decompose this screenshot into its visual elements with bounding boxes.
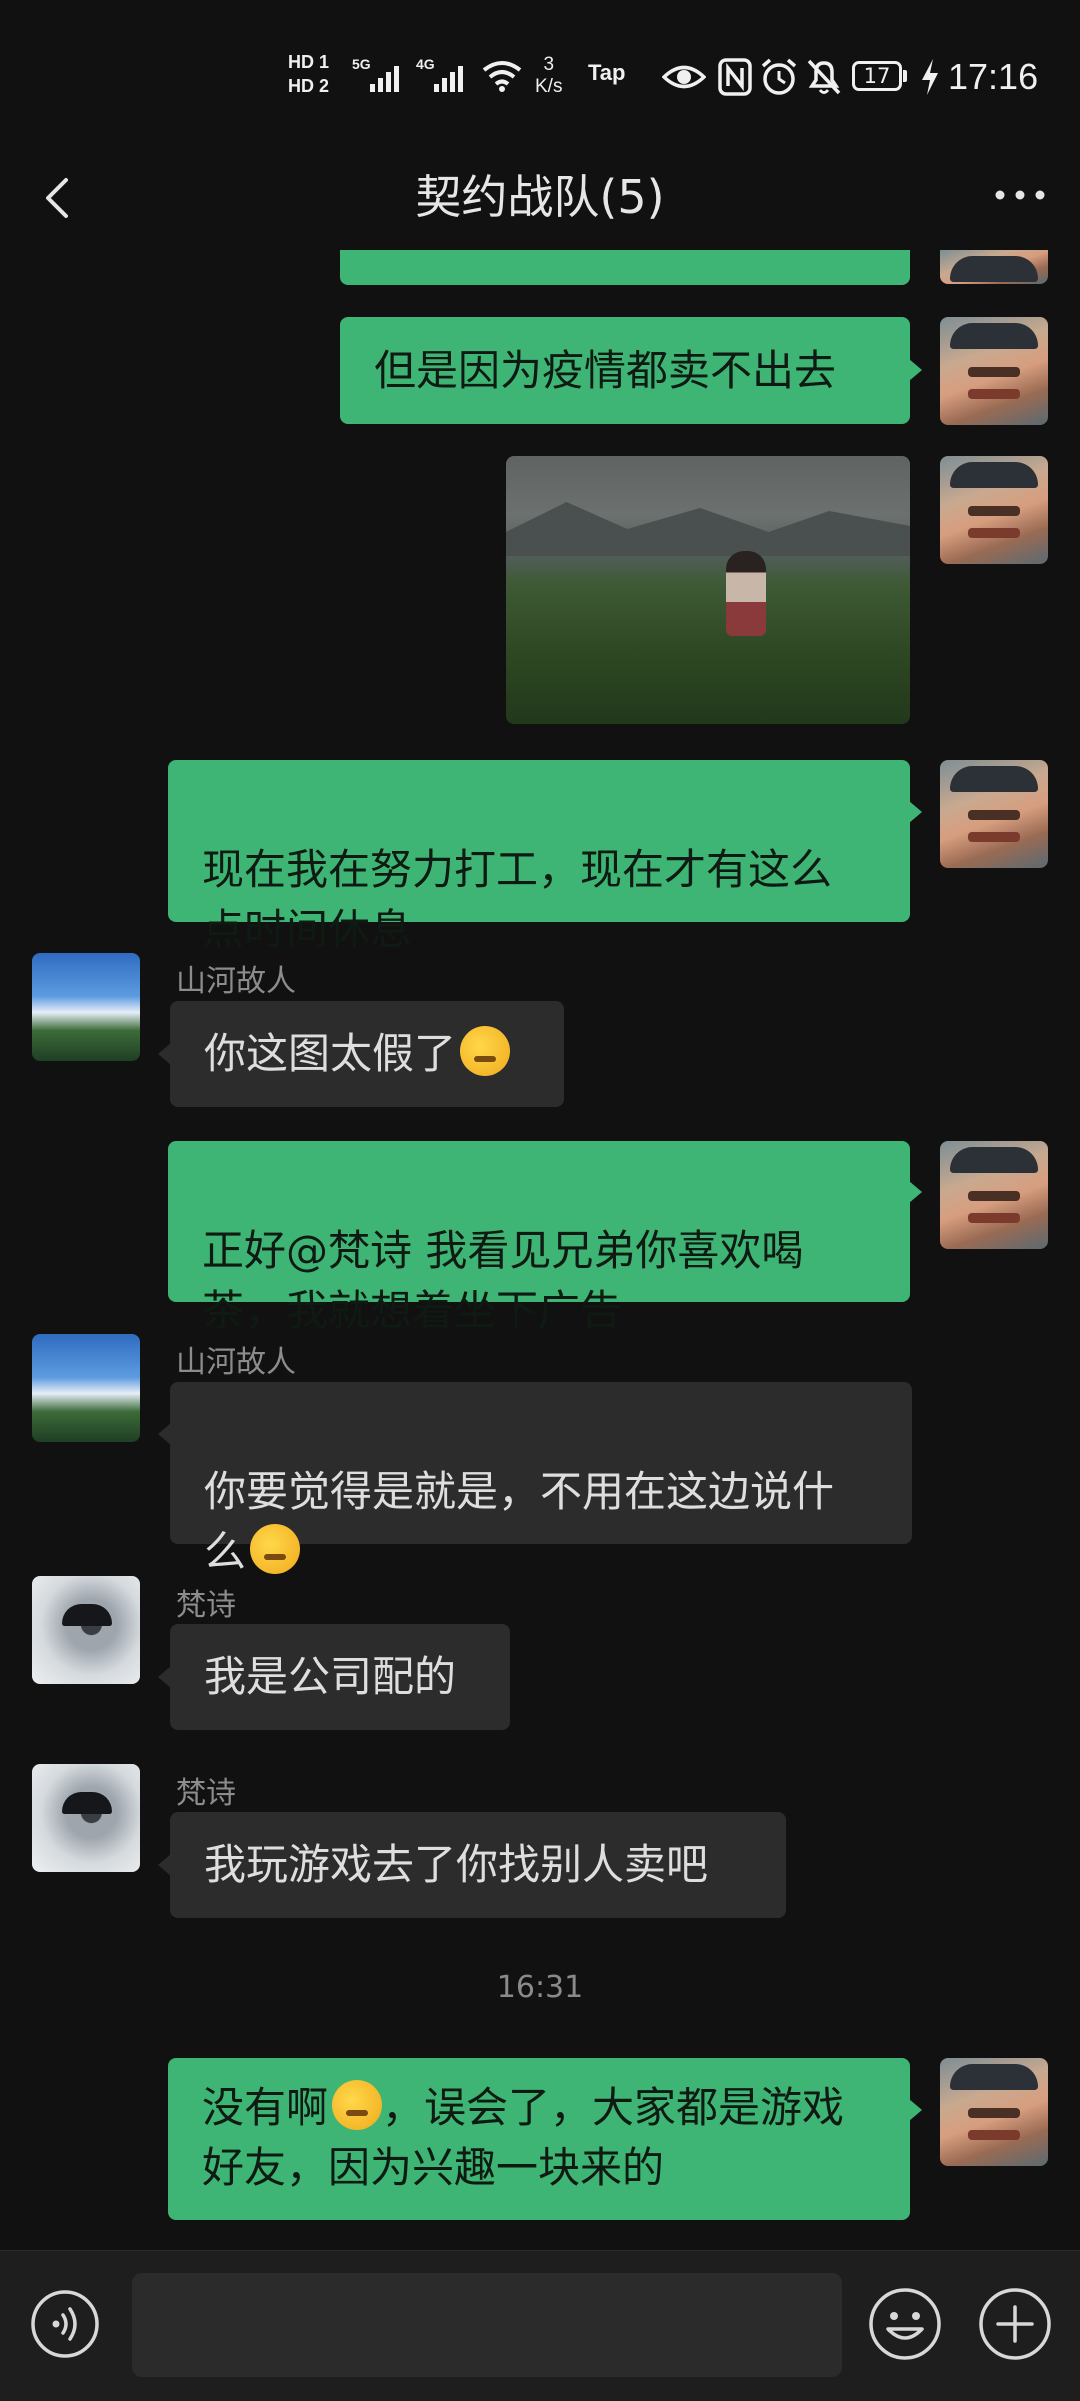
bubble-tail bbox=[158, 1666, 171, 1688]
hd-indicator: HD 1 HD 2 bbox=[288, 50, 329, 98]
message-bubble-received[interactable]: 我是公司配的 bbox=[170, 1624, 510, 1730]
message-bubble-sent[interactable]: 但是因为疫情都卖不出去 bbox=[340, 317, 910, 424]
status-bar: HD 1 HD 2 5G 4G 3 K/s Tap 17 17:16 bbox=[0, 0, 1080, 150]
thinking-emoji-icon bbox=[460, 1026, 511, 1076]
chat-title: 契约战队(5) bbox=[415, 170, 665, 224]
laughing-emoji-icon bbox=[332, 2080, 383, 2130]
message-text-line2: 好友，因为兴趣一块来的 bbox=[202, 2143, 665, 2192]
contact-avatar-shanhe[interactable] bbox=[32, 953, 140, 1061]
message-text: 正好@梵诗 我看见兄弟你喜欢喝 茶，我就想着坐下广告 bbox=[202, 1226, 804, 1335]
hd1-label: HD 1 bbox=[288, 52, 330, 72]
network-speed: 3 K/s bbox=[535, 54, 562, 98]
bubble-tail bbox=[909, 1181, 922, 1203]
message-text: 我是公司配的 bbox=[204, 1652, 457, 1701]
message-text-part1: 没有啊 bbox=[202, 2083, 329, 2132]
more-icon[interactable] bbox=[990, 180, 1050, 210]
net-type-1: 5G bbox=[352, 56, 371, 72]
sender-name: 梵诗 bbox=[176, 1588, 236, 1623]
my-avatar[interactable] bbox=[940, 1141, 1048, 1249]
voice-icon[interactable] bbox=[30, 2289, 100, 2359]
wifi-icon bbox=[482, 61, 522, 92]
signal-icon-2 bbox=[434, 62, 474, 92]
my-avatar[interactable] bbox=[940, 250, 1048, 284]
bubble-tail bbox=[909, 2099, 922, 2121]
my-avatar[interactable] bbox=[940, 456, 1048, 564]
alarm-icon bbox=[761, 58, 797, 95]
message-bubble-sent[interactable]: 现在我在努力打工，现在才有这么 点时间休息 bbox=[168, 760, 910, 954]
message-input[interactable] bbox=[132, 2273, 842, 2377]
bubble-tail bbox=[158, 1043, 171, 1065]
contact-avatar-fanshi[interactable] bbox=[32, 1576, 140, 1684]
bubble-tail bbox=[158, 1854, 171, 1876]
emoji-icon[interactable] bbox=[868, 2287, 942, 2361]
nfc-icon bbox=[718, 58, 752, 96]
message-text: 我玩游戏去了你找别人卖吧 bbox=[204, 1840, 709, 1889]
tea-field-photo[interactable] bbox=[506, 456, 910, 724]
bubble-tail bbox=[158, 1423, 171, 1445]
message-bubble-sent[interactable]: 没有啊 ，误会了，大家都是游戏 好友，因为兴趣一块来的 bbox=[168, 2058, 910, 2220]
sender-name: 山河故人 bbox=[176, 1345, 296, 1380]
thinking-emoji-icon bbox=[250, 1524, 301, 1574]
clock: 17:16 bbox=[948, 56, 1039, 97]
hd2-label: HD 2 bbox=[288, 76, 330, 96]
my-avatar[interactable] bbox=[940, 760, 1048, 868]
contact-avatar-fanshi[interactable] bbox=[32, 1764, 140, 1872]
plus-icon[interactable] bbox=[978, 2287, 1052, 2361]
speed-value: 3 bbox=[543, 54, 555, 75]
input-bar bbox=[0, 2250, 1080, 2401]
sender-name: 梵诗 bbox=[176, 1776, 236, 1811]
message-text: 现在我在努力打工，现在才有这么 点时间休息 bbox=[202, 845, 833, 954]
sender-name: 山河故人 bbox=[176, 964, 296, 999]
message-bubble-received[interactable]: 我玩游戏去了你找别人卖吧 bbox=[170, 1812, 786, 1918]
my-avatar[interactable] bbox=[940, 317, 1048, 425]
message-text: 但是因为疫情都卖不出去 bbox=[374, 346, 837, 395]
battery-icon: 17 bbox=[852, 61, 902, 91]
message-bubble-partial[interactable] bbox=[340, 250, 910, 285]
chat-timestamp: 16:31 bbox=[496, 1970, 584, 2005]
bubble-tail bbox=[909, 359, 922, 381]
bubble-tail bbox=[909, 801, 922, 823]
message-bubble-sent[interactable]: 正好@梵诗 我看见兄弟你喜欢喝 茶，我就想着坐下广告 bbox=[168, 1141, 910, 1335]
net-type-2: 4G bbox=[416, 56, 435, 72]
message-text-part2: ，误会了，大家都是游戏 bbox=[382, 2083, 845, 2132]
message-text: 你这图太假了 bbox=[204, 1029, 457, 1078]
message-text: 你要觉得是就是，不用在这边说什 么 bbox=[204, 1467, 835, 1576]
mute-icon bbox=[807, 59, 841, 95]
message-bubble-received[interactable]: 你这图太假了 bbox=[170, 1001, 564, 1107]
tap-indicator: Tap bbox=[588, 60, 626, 85]
eye-icon bbox=[662, 65, 706, 89]
message-bubble-received[interactable]: 你要觉得是就是，不用在这边说什 么 bbox=[170, 1382, 912, 1576]
chat-header: 契约战队(5) bbox=[0, 150, 1080, 250]
my-avatar[interactable] bbox=[940, 2058, 1048, 2166]
battery-tip bbox=[903, 70, 907, 82]
speed-unit: K/s bbox=[535, 76, 563, 97]
charging-icon bbox=[922, 59, 938, 95]
contact-avatar-shanhe[interactable] bbox=[32, 1334, 140, 1442]
signal-icon bbox=[370, 62, 410, 92]
